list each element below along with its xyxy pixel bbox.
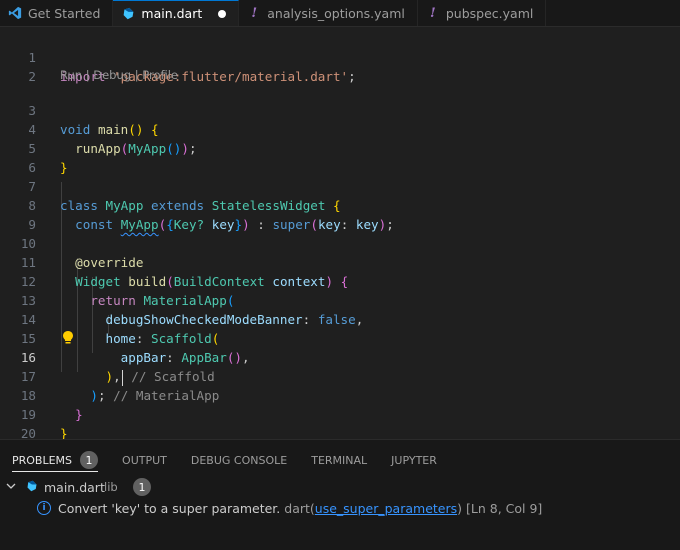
problem-code-link[interactable]: use_super_parameters [315,501,457,516]
code-line: 20 [0,405,680,441]
tab-terminal[interactable]: TERMINAL [311,451,367,469]
code-editor[interactable]: 1 import 'package:flutter/material.dart'… [0,27,680,460]
problem-file-dir: lib [104,480,118,494]
code-line: 3 void main() { [0,82,680,137]
code-line: 9 [0,196,680,232]
code-line: 2 [0,48,680,84]
yaml-icon: ! [430,5,436,21]
tab-jupyter[interactable]: JUPYTER [391,451,437,469]
tab-label: analysis_options.yaml [267,5,405,21]
code-line: 4 runApp(MyApp()); [0,101,680,156]
tab-output[interactable]: OUTPUT [122,451,167,469]
problem-position: [Ln 8, Col 9] [466,500,543,516]
code-line: 14 home: Scaffold( [0,291,680,346]
tab-problems[interactable]: PROBLEMS 1 [12,451,99,472]
codelens-run-debug-profile[interactable]: Run | Debug | Profile [60,68,178,82]
code-line: 8 const MyApp({Key? key}) : super(key: k… [0,177,680,232]
code-line-current: 16 ), // Scaffold [0,329,680,386]
problem-item[interactable]: i Convert 'key' to a super parameter. da… [0,497,680,519]
tab-get-started[interactable]: Get Started [0,0,114,26]
problem-file-row[interactable]: main.dart lib 1 [0,476,680,498]
code-line: 11 Widget build(BuildContext context) { [0,234,680,289]
dart-icon [121,7,135,20]
tab-label: pubspec.yaml [445,5,534,21]
code-line: 5 } [0,120,680,175]
code-line: 7 class MyApp extends StatelessWidget { [0,158,680,213]
lightbulb-quick-fix-icon[interactable] [62,330,76,346]
problem-message: Convert 'key' to a super parameter. [58,500,281,516]
code-line: 15 appBar: AppBar(), [0,310,680,365]
info-icon: i [37,501,51,515]
tab-label: PROBLEMS [12,453,73,467]
panel-tabs: PROBLEMS 1 OUTPUT DEBUG CONSOLE TERMINAL… [12,451,461,472]
bottom-panel: PROBLEMS 1 OUTPUT DEBUG CONSOLE TERMINAL… [0,439,680,550]
code-line: 10 @override [0,215,680,270]
tab-label: Get Started [28,5,101,21]
chevron-down-icon[interactable] [6,481,16,494]
code-line: 12 return MaterialApp( [0,253,680,308]
editor-tab-bar: Get Started main.dart ! analysis_options… [0,0,680,27]
code-line: 17 ); // MaterialApp [0,348,680,403]
problem-source: dart [284,500,310,516]
code-line: 19 } [0,386,680,441]
vscode-icon [8,6,22,20]
tab-main-dart[interactable]: main.dart [113,0,240,26]
tab-debug-console[interactable]: DEBUG CONSOLE [191,451,287,469]
code-line: 6 [0,139,680,175]
code-line: 1 import 'package:flutter/material.dart'… [0,29,680,84]
yaml-icon: ! [251,5,258,21]
dart-icon [26,480,38,495]
code-line: 18 } [0,367,680,422]
tab-label: main.dart [141,6,203,21]
problem-file-name: main.dart [44,479,105,495]
problems-count-badge: 1 [80,451,99,469]
tab-pubspec[interactable]: ! pubspec.yaml [417,0,547,26]
tab-analysis-options[interactable]: ! analysis_options.yaml [239,0,418,26]
code-line: 13 debugShowCheckedModeBanner: false, [0,272,680,327]
unsaved-changes-dot-icon[interactable] [218,9,227,18]
file-problem-count-badge: 1 [133,478,151,496]
